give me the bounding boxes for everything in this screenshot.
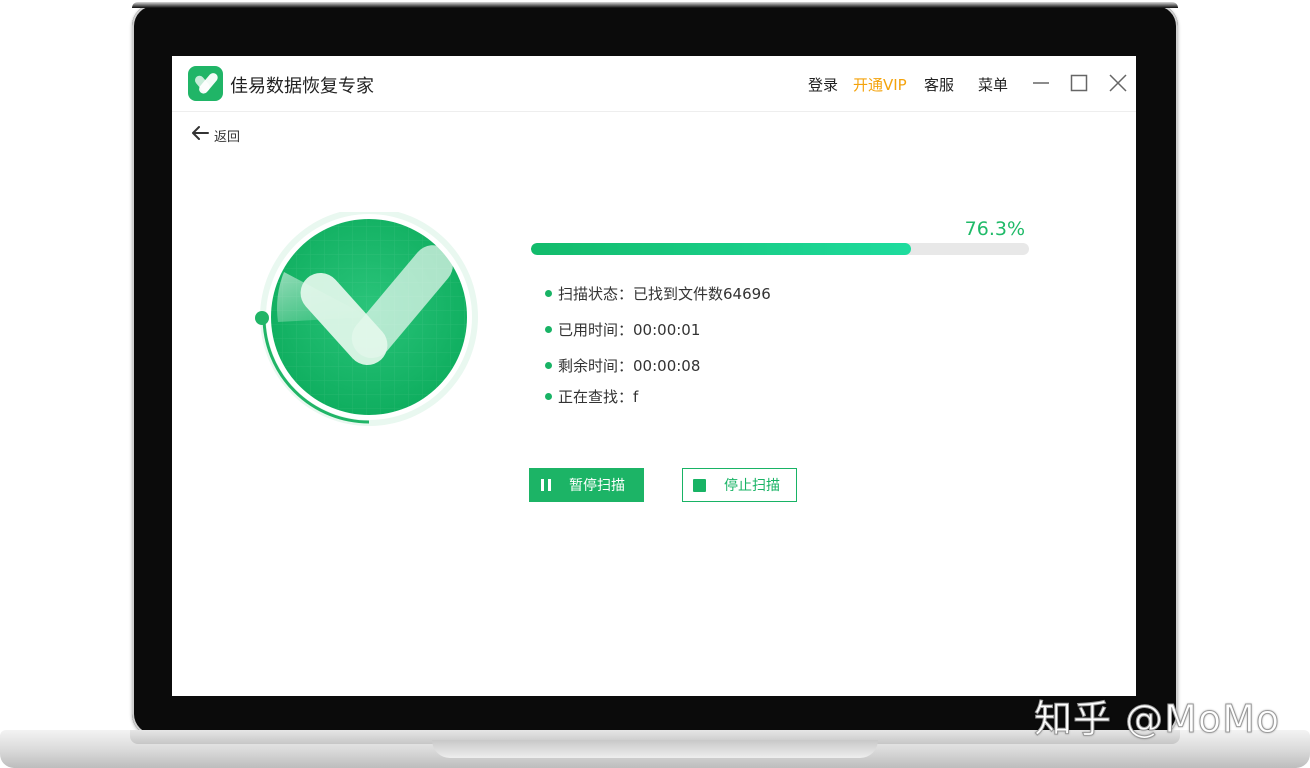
app-window: 佳易数据恢复专家 登录 开通VIP 客服 菜单 返回 76.3% 扫描状态： 已… xyxy=(172,56,1136,696)
pause-scan-button[interactable]: 暂停扫描 xyxy=(529,468,644,502)
remaining-time-label: 剩余时间： xyxy=(558,357,634,375)
watermark: 知乎 @MoMo xyxy=(1033,697,1281,742)
arrow-left-icon xyxy=(190,125,210,145)
minimize-icon[interactable] xyxy=(1028,70,1054,96)
laptop-notch xyxy=(432,740,878,758)
scan-status-value: 已找到文件数64696 xyxy=(633,285,771,303)
progress-percent: 76.3% xyxy=(964,218,1025,240)
back-label: 返回 xyxy=(214,129,241,145)
progress-bar xyxy=(531,243,1029,255)
elapsed-time-label: 已用时间： xyxy=(558,321,634,339)
scan-animation-logo xyxy=(254,208,480,438)
bullet-icon xyxy=(545,362,552,369)
app-title: 佳易数据恢复专家 xyxy=(230,76,374,97)
stop-scan-label: 停止扫描 xyxy=(724,478,780,494)
back-button[interactable]: 返回 xyxy=(190,124,240,146)
vip-link[interactable]: 开通VIP xyxy=(853,74,907,95)
remaining-time-row: 剩余时间： 00:00:08 xyxy=(545,355,700,376)
login-link[interactable]: 登录 xyxy=(808,74,838,95)
scan-status-row: 扫描状态： 已找到文件数64696 xyxy=(545,283,771,304)
lid-edge xyxy=(132,2,1178,8)
scan-status-label: 扫描状态： xyxy=(558,285,634,303)
pause-scan-label: 暂停扫描 xyxy=(569,478,625,494)
progress-bar-fill xyxy=(531,243,911,255)
bullet-icon xyxy=(545,290,552,297)
app-logo-icon xyxy=(188,66,223,101)
maximize-icon[interactable] xyxy=(1066,70,1092,96)
bullet-icon xyxy=(545,393,552,400)
menu-link[interactable]: 菜单 xyxy=(978,74,1008,95)
bullet-icon xyxy=(545,326,552,333)
searching-value: f xyxy=(633,387,639,406)
elapsed-time-value: 00:00:01 xyxy=(633,320,701,339)
stop-icon xyxy=(693,478,706,492)
close-icon[interactable] xyxy=(1105,70,1131,96)
pause-icon xyxy=(541,479,551,491)
searching-row: 正在查找： f xyxy=(545,386,638,407)
elapsed-time-row: 已用时间： 00:00:01 xyxy=(545,319,700,340)
searching-label: 正在查找： xyxy=(558,388,634,406)
stop-scan-button[interactable]: 停止扫描 xyxy=(682,468,797,502)
remaining-time-value: 00:00:08 xyxy=(633,356,701,375)
service-link[interactable]: 客服 xyxy=(924,74,954,95)
title-bar: 佳易数据恢复专家 登录 开通VIP 客服 菜单 xyxy=(172,56,1136,112)
